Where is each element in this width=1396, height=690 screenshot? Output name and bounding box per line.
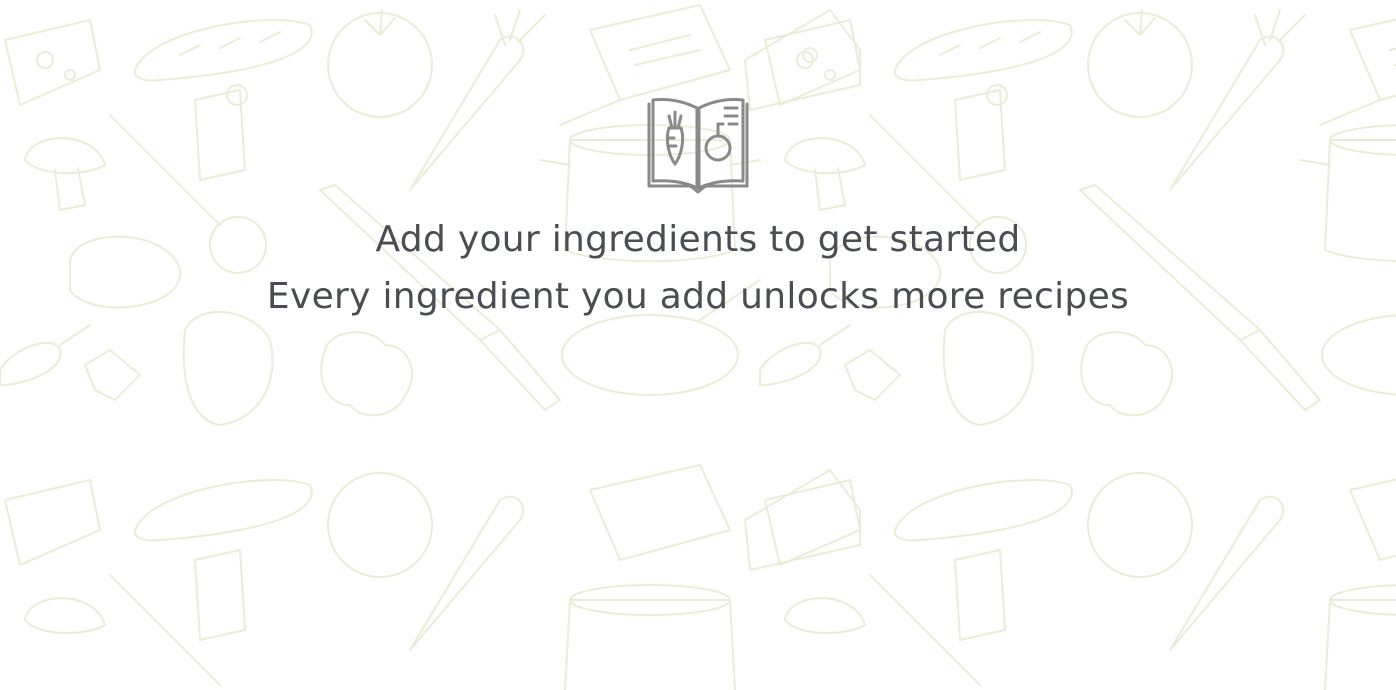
- empty-state-title: Add your ingredients to get started: [375, 219, 1021, 260]
- recipe-book-icon: [647, 98, 749, 194]
- empty-state-subtitle: Every ingredient you add unlocks more re…: [266, 276, 1130, 317]
- recipe-empty-state-page: Add your ingredients to get started Ever…: [0, 0, 1396, 690]
